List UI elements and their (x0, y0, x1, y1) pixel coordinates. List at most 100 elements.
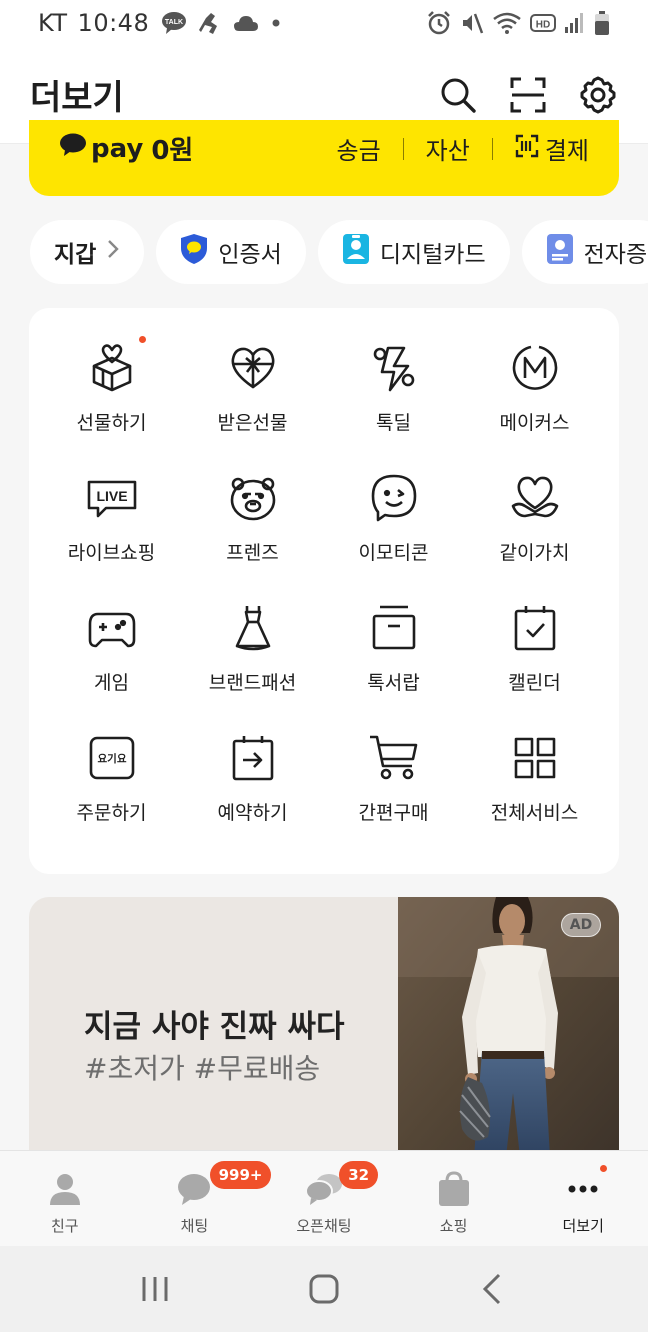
quick-chips: 지갑 인증서 디지털카드 전자증 (30, 220, 648, 284)
service-together-value[interactable]: 같이가치 (464, 472, 605, 602)
barcode-icon (515, 134, 539, 164)
service-label: 톡서랍 (367, 672, 420, 694)
heart-hands-icon (511, 476, 558, 518)
status-bar: KT 10:48 TALK HD (0, 0, 648, 46)
divider (402, 137, 404, 160)
chip-certificate[interactable]: 인증서 (156, 220, 306, 284)
service-label: 메이커스 (499, 412, 570, 434)
status-carrier: KT (38, 9, 68, 37)
emoticon-icon (371, 474, 416, 522)
service-live-shopping[interactable]: LIVE 라이브쇼핑 (41, 472, 182, 602)
service-received-gift[interactable]: 받은선물 (182, 342, 323, 472)
new-dot (139, 336, 146, 343)
makers-icon (512, 345, 557, 390)
service-easy-buy[interactable]: 간편구매 (323, 732, 464, 862)
service-talkdeal[interactable]: 톡딜 (323, 342, 464, 472)
ad-badge: AD (561, 913, 601, 937)
tab-shopping[interactable]: 쇼핑 (389, 1151, 519, 1246)
dot-icon (269, 16, 283, 30)
cart-icon (369, 735, 417, 780)
pay-amount[interactable]: 0원 (151, 130, 193, 167)
shopping-bag-icon (438, 1171, 469, 1206)
service-all[interactable]: 전체서비스 (464, 732, 605, 862)
battery-icon (594, 10, 610, 36)
service-label: 캘린더 (508, 672, 561, 694)
order-icon: 요기요 (89, 736, 134, 780)
service-talk-drawer[interactable]: 톡서랍 (323, 602, 464, 732)
cloud-icon (233, 13, 259, 33)
service-calendar[interactable]: 캘린더 (464, 602, 605, 732)
pay-row: pay 0원 송금 자산 결제 (59, 130, 589, 167)
pay-transfer-button[interactable]: 송금 (336, 131, 380, 166)
service-label: 프렌즈 (226, 542, 279, 564)
service-emoticon[interactable]: 이모티콘 (323, 472, 464, 602)
chip-digital-card[interactable]: 디지털카드 (317, 220, 510, 284)
scan-icon[interactable] (508, 75, 548, 115)
status-left-icons: TALK (161, 10, 283, 36)
talkdeal-icon (373, 346, 414, 392)
service-label: 간편구매 (358, 802, 429, 824)
chip-certificate-label: 인증서 (218, 242, 282, 268)
system-nav-bar (0, 1246, 648, 1332)
chip-e-document-label: 전자증 (583, 242, 648, 268)
pay-assets-button[interactable]: 자산 (426, 131, 470, 166)
service-game[interactable]: 게임 (41, 602, 182, 732)
tab-chats[interactable]: 999+ 채팅 (130, 1151, 272, 1246)
wifi-icon (492, 11, 522, 35)
runner-icon (197, 10, 223, 36)
service-gift[interactable]: 선물하기 (41, 336, 182, 472)
pay-payment-button[interactable]: 결제 (515, 131, 589, 166)
service-label: 라이브쇼핑 (67, 542, 156, 564)
services-grid: 선물하기 받은선물 톡딜 메이커스 LIVE 라이브쇼핑 프렌즈 이모티콘 같이… (41, 336, 607, 862)
chevron-right-icon (106, 238, 120, 266)
ad-banner[interactable]: 지금 사야 진짜 싸다 #초저가 #무료배송 AD (29, 897, 619, 1157)
tab-more[interactable]: 더보기 (518, 1151, 648, 1246)
service-label: 전체서비스 (490, 802, 579, 824)
tab-friends[interactable]: 친구 (0, 1151, 130, 1246)
page-title: 더보기 (30, 78, 124, 118)
recent-apps-icon[interactable] (135, 1269, 175, 1309)
new-dot (600, 1165, 608, 1172)
live-icon: LIVE (87, 480, 136, 518)
settings-icon[interactable] (578, 75, 618, 115)
service-reservation[interactable]: 예약하기 (182, 732, 323, 862)
service-order[interactable]: 요기요 주문하기 (41, 732, 182, 862)
id-card-icon (342, 233, 370, 271)
pay-logo-text: pay (91, 133, 144, 164)
ad-subline: #초저가 #무료배송 (84, 1052, 321, 1085)
document-icon (546, 233, 574, 271)
service-label: 게임 (94, 672, 129, 694)
home-icon[interactable] (304, 1269, 344, 1309)
divider (491, 137, 493, 160)
status-right-icons: HD (426, 10, 610, 36)
chip-digital-card-label: 디지털카드 (379, 242, 486, 268)
pay-bubble-icon (59, 133, 87, 164)
friends-icon (49, 1174, 80, 1205)
services-card: 선물하기 받은선물 톡딜 메이커스 LIVE 라이브쇼핑 프렌즈 이모티콘 같이… (29, 308, 619, 874)
tab-label: 더보기 (562, 1217, 604, 1235)
tab-label: 쇼핑 (439, 1217, 468, 1235)
dress-icon (235, 606, 270, 651)
service-label: 톡딜 (376, 412, 411, 434)
status-time: 10:48 (77, 9, 150, 37)
gift-icon (92, 344, 131, 392)
reservation-icon (232, 736, 273, 781)
pay-banner[interactable]: pay 0원 송금 자산 결제 (29, 120, 619, 196)
pay-payment-label: 결제 (544, 137, 589, 165)
service-friends[interactable]: 프렌즈 (182, 472, 323, 602)
open-chat-unread-badge: 32 (339, 1161, 379, 1189)
service-brand-fashion[interactable]: 브랜드패션 (182, 602, 323, 732)
svg-text:TALK: TALK (165, 19, 183, 26)
shield-icon (180, 233, 208, 271)
mute-icon (460, 11, 484, 35)
chip-wallet[interactable]: 지갑 (30, 220, 145, 284)
tab-open-chat[interactable]: 32 오픈채팅 (259, 1151, 389, 1246)
back-icon[interactable] (473, 1269, 513, 1309)
hd-icon: HD (530, 13, 556, 33)
calendar-icon (514, 606, 555, 651)
chip-e-document[interactable]: 전자증 (521, 220, 648, 284)
tab-label: 채팅 (180, 1217, 209, 1235)
received-gift-icon (231, 347, 274, 389)
service-makers[interactable]: 메이커스 (464, 342, 605, 472)
search-icon[interactable] (438, 75, 478, 115)
